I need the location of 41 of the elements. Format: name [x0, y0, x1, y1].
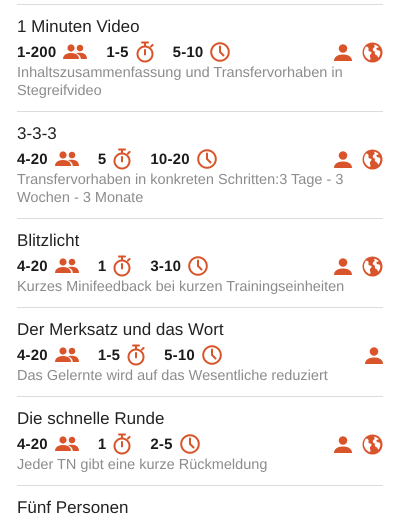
stopwatch-icon — [136, 41, 154, 63]
stopwatch-icon — [127, 344, 146, 366]
preparation-time: 5 — [98, 150, 106, 168]
duration-time: 3-10 — [150, 258, 182, 274]
method-title: Die schnelle Runde — [17, 409, 166, 429]
preparation-time: 1 — [98, 436, 106, 452]
method-description: Transfervorhaben in konkreten Schritten:3 Tage - 3 Wochen - 3 Monate — [17, 171, 344, 207]
participant-count: 4-20 — [17, 346, 48, 364]
preparation-time: 1-5 — [98, 346, 120, 364]
duration-time: 5-10 — [164, 346, 195, 364]
participant-count: 1-200 — [17, 44, 56, 60]
clock-icon — [188, 256, 208, 276]
method-description: Das Gelernte wird auf das Wesentliche reduziert — [17, 367, 329, 385]
method-title: Blitzlicht — [17, 231, 80, 251]
preparation-time: 1-5 — [106, 44, 129, 60]
stopwatch-icon — [113, 433, 132, 455]
clock-icon — [210, 42, 230, 62]
participant-count: 4-20 — [17, 150, 48, 168]
stopwatch-icon — [113, 255, 132, 277]
method-title: 3-3-3 — [17, 124, 58, 144]
group-icon — [54, 258, 79, 274]
method-title: 1 Minuten Video — [17, 17, 141, 37]
participant-count: 4-20 — [17, 258, 48, 274]
clock-icon — [196, 149, 217, 169]
duration-time: 10-20 — [150, 150, 190, 168]
method-description: Inhaltszusammenfassung und Transfervorhaben in Stegreifvideo — [17, 64, 344, 100]
method-description: Kurzes Minifeedback bei kurzen Trainingseinheiten — [17, 278, 346, 296]
group-icon — [54, 151, 79, 167]
duration-time: 2-5 — [150, 436, 173, 452]
duration-time: 5-10 — [172, 44, 204, 60]
clock-icon — [180, 434, 200, 454]
method-description: Jeder TN gibt eine kurze Rückmeldung — [17, 456, 268, 474]
group-icon — [54, 436, 79, 452]
group-icon — [54, 347, 79, 363]
stopwatch-icon — [113, 148, 132, 170]
group-icon — [63, 44, 88, 60]
preparation-time: 1 — [98, 258, 106, 274]
participant-count: 4-20 — [17, 436, 48, 452]
clock-icon — [202, 345, 222, 365]
method-title: Fünf Personen — [17, 498, 130, 516]
method-title: Der Merksatz und das Wort — [17, 320, 225, 340]
